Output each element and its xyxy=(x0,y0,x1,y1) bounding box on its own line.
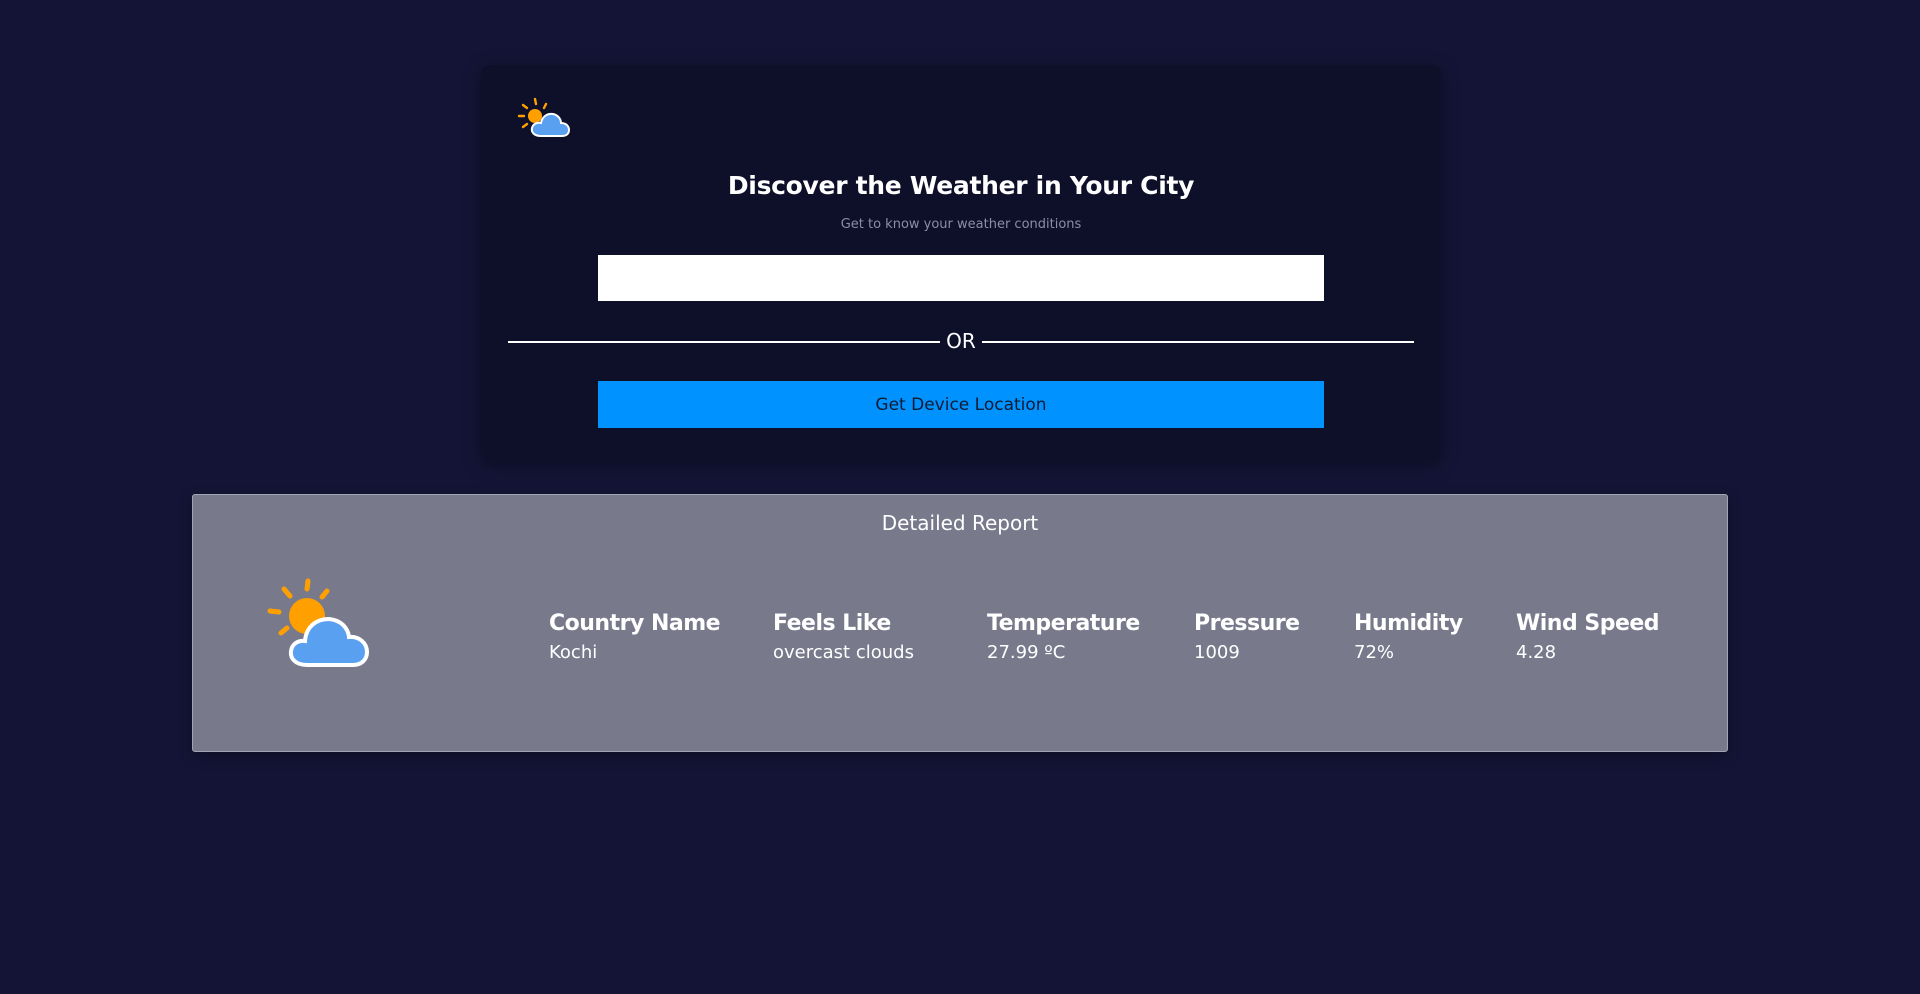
get-device-location-button[interactable]: Get Device Location xyxy=(598,381,1324,428)
stat-label: Temperature xyxy=(987,611,1140,636)
search-card: Discover the Weather in Your City Get to… xyxy=(481,65,1441,461)
divider-line-right xyxy=(982,341,1414,343)
stat-value: 72% xyxy=(1354,642,1395,663)
stat-label: Humidity xyxy=(1354,611,1463,636)
stat-feels-like: Feels Like overcast clouds xyxy=(773,611,914,663)
stat-label: Country Name xyxy=(549,611,721,636)
stat-value: overcast clouds xyxy=(773,642,914,663)
stat-value: 27.99 ºC xyxy=(987,642,1066,663)
stat-value: 1009 xyxy=(1194,642,1240,663)
stat-label: Pressure xyxy=(1194,611,1300,636)
stat-label: Wind Speed xyxy=(1516,611,1660,636)
page-title: Discover the Weather in Your City xyxy=(727,171,1195,200)
stat-value: Kochi xyxy=(549,642,598,663)
city-search-input[interactable] xyxy=(598,255,1324,301)
stat-value: 4.28 xyxy=(1516,642,1557,663)
stat-wind-speed: Wind Speed 4.28 xyxy=(1516,611,1660,663)
stat-country-name: Country Name Kochi xyxy=(549,611,721,663)
page: Discover the Weather in Your City Get to… xyxy=(0,0,1920,994)
report-title: Detailed Report xyxy=(881,511,1039,535)
stat-pressure: Pressure 1009 xyxy=(1194,611,1300,663)
or-divider: OR xyxy=(508,329,1414,355)
partly-cloudy-icon xyxy=(263,575,399,675)
stat-humidity: Humidity 72% xyxy=(1354,611,1463,663)
sun-behind-cloud-icon xyxy=(517,95,577,141)
page-subtitle: Get to know your weather conditions xyxy=(840,217,1082,232)
stat-temperature: Temperature 27.99 ºC xyxy=(987,611,1140,663)
stat-label: Feels Like xyxy=(773,611,891,636)
detailed-report-panel: Detailed Report Country Name Kochi Feels… xyxy=(192,494,1728,752)
